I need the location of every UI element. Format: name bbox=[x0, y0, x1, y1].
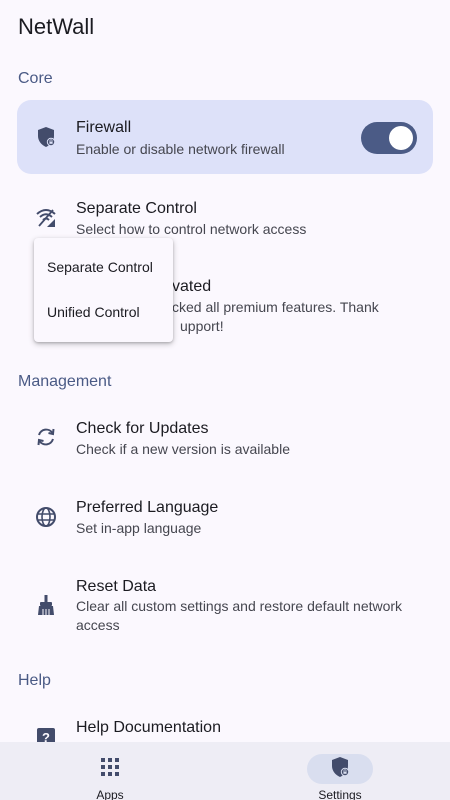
help-icon: ? bbox=[35, 726, 57, 742]
reset-data-title: Reset Data bbox=[76, 578, 157, 595]
separate-control-setting[interactable]: Separate Control Select how to control n… bbox=[17, 184, 433, 244]
section-header-management: Management bbox=[18, 373, 112, 390]
nav-settings-indicator bbox=[307, 754, 373, 784]
dropdown-option-separate[interactable]: Separate Control bbox=[34, 247, 173, 287]
separate-control-subtitle: Select how to control network access bbox=[76, 221, 307, 237]
section-header-help: Help bbox=[18, 672, 51, 689]
nav-apps-indicator bbox=[77, 754, 143, 784]
nav-apps-label: Apps bbox=[96, 788, 124, 800]
premium-subtitle-line2: upport! bbox=[180, 318, 224, 334]
separate-control-title: Separate Control bbox=[76, 200, 197, 217]
section-header-core: Core bbox=[18, 70, 53, 87]
dropdown-option-unified[interactable]: Unified Control bbox=[34, 292, 173, 332]
nav-settings-label: Settings bbox=[318, 788, 362, 800]
language-subtitle: Set in-app language bbox=[76, 520, 202, 536]
grid-icon bbox=[101, 757, 119, 781]
signal-icon bbox=[35, 206, 57, 228]
svg-text:?: ? bbox=[42, 730, 50, 742]
firewall-setting[interactable]: Firewall Enable or disable network firew… bbox=[17, 100, 433, 174]
premium-subtitle-line1: cked all premium features. Thank bbox=[172, 299, 379, 315]
shield-icon bbox=[330, 756, 350, 783]
globe-icon bbox=[35, 506, 57, 528]
firewall-subtitle: Enable or disable network firewall bbox=[76, 141, 285, 157]
app-title: NetWall bbox=[18, 14, 95, 39]
help-docs-setting[interactable]: ? Help Documentation bbox=[17, 704, 433, 742]
check-updates-title: Check for Updates bbox=[76, 420, 209, 437]
firewall-title: Firewall bbox=[76, 119, 132, 136]
sync-icon bbox=[35, 426, 57, 448]
language-setting[interactable]: Preferred Language Set in-app language bbox=[17, 484, 433, 548]
help-docs-title: Help Documentation bbox=[76, 719, 221, 736]
language-title: Preferred Language bbox=[76, 499, 219, 516]
check-updates-subtitle: Check if a new version is available bbox=[76, 441, 290, 457]
nav-apps[interactable]: Apps bbox=[40, 742, 180, 800]
broom-icon bbox=[35, 594, 57, 616]
toggle-knob bbox=[389, 126, 413, 150]
bottom-nav: Apps Settings bbox=[0, 742, 450, 800]
reset-data-setting[interactable]: Reset Data Clear all custom settings and… bbox=[17, 564, 433, 644]
nav-settings[interactable]: Settings bbox=[270, 742, 410, 800]
control-mode-dropdown: Separate Control Unified Control bbox=[34, 238, 173, 342]
reset-data-subtitle: Clear all custom settings and restore de… bbox=[76, 598, 403, 633]
shield-icon bbox=[35, 126, 57, 148]
check-updates-setting[interactable]: Check for Updates Check if a new version… bbox=[17, 404, 433, 468]
firewall-toggle[interactable] bbox=[361, 122, 417, 154]
